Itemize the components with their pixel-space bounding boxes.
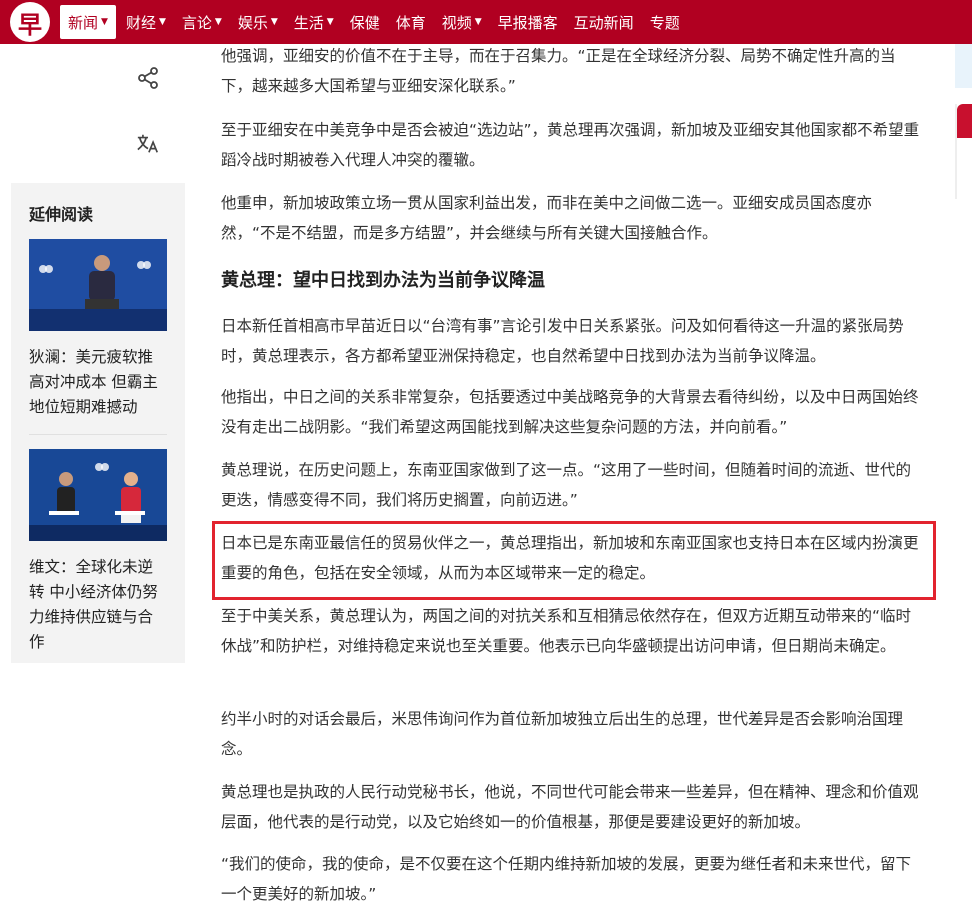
article-paragraph: “我们的使命，我的使命，是不仅要在这个任期内维持新加坡的发展，更要为继任者和未来…	[221, 855, 912, 903]
caret-down-icon: ▼	[270, 17, 278, 27]
ad-accent-bar	[957, 104, 972, 138]
related-article-image[interactable]	[29, 239, 167, 331]
article-paragraph: 他重申，新加坡政策立场一贯从国家利益出发，而非在美中之间做二选一。亚细安成员国态…	[221, 194, 873, 242]
nav-item-finance[interactable]: 财经 ▼	[118, 0, 174, 44]
share-icon-svg	[138, 67, 158, 89]
caret-down-icon: ▼	[158, 17, 166, 27]
article-paragraph: 约半小时的对话会最后，米思伟询问作为首位新加坡独立后出生的总理，世代差异是否会影…	[221, 710, 904, 758]
nav-item-special[interactable]: 专题	[642, 0, 688, 44]
article-paragraph: 黄总理说，在历史问题上，东南亚国家做到了这一点。“这用了一些时间，但随着时间的流…	[221, 461, 912, 509]
article-paragraph: 他强调，亚细安的价值不在于主导，而在于召集力。“正是在全球经济分裂、局势不确定性…	[221, 47, 896, 95]
article-paragraph: 黄总理也是执政的人民行动党秘书长，他说，不同世代可能会带来一些差异，但在精神、理…	[221, 783, 919, 831]
translate-icon-svg	[137, 134, 158, 153]
article-subheading: 黄总理：望中日找到办法为当前争议降温	[221, 270, 545, 291]
sidebar-title: 延伸阅读	[29, 205, 94, 224]
related-article-image[interactable]	[29, 449, 167, 541]
caret-down-icon: ▼	[214, 17, 222, 27]
right-ad-banner[interactable]	[955, 104, 972, 199]
related-article-card[interactable]: 狄澜：美元疲软推高对冲成本 但霸主地位短期难撼动	[29, 239, 167, 434]
top-nav: 早 新闻 ▼ 财经 ▼ 言论 ▼ 娱乐 ▼ 生活 ▼ 保健 体育 视频 ▼ 早报播客 互动新…	[0, 0, 972, 44]
nav-item-sports[interactable]: 体育	[388, 0, 434, 44]
nav-item-podcast[interactable]: 早报播客	[490, 0, 566, 44]
article-paragraph: 至于亚细安在中美竞争中是否会被迫“选边站”，黄总理再次强调，新加坡及亚细安其他国…	[221, 121, 920, 169]
right-ad-banner[interactable]	[955, 44, 972, 88]
nav-item-entertainment[interactable]: 娱乐 ▼	[230, 0, 286, 44]
article-paragraph: 他指出，中日之间的关系非常复杂，包括要透过中美战略竞争的大背景去看待纠纷，以及中…	[221, 388, 919, 436]
caret-down-icon: ▼	[326, 17, 334, 27]
nav-item-video[interactable]: 视频 ▼	[434, 0, 490, 44]
nav-item-interactive[interactable]: 互动新闻	[566, 0, 642, 44]
article-paragraph: 至于中美关系，黄总理认为，两国之间的对抗关系和互相猜忌依然存在，但双方近期互动带…	[221, 607, 912, 655]
translate-icon[interactable]	[136, 132, 160, 156]
caret-down-icon: ▼	[101, 17, 108, 27]
nav-item-lifestyle[interactable]: 生活 ▼	[286, 0, 342, 44]
caret-down-icon: ▼	[474, 17, 482, 27]
nav-item-opinion[interactable]: 言论 ▼	[174, 0, 230, 44]
related-article-card[interactable]: 维文：全球化未逆转 中小经济体仍努力维持供应链与合作	[29, 434, 167, 669]
related-article-title[interactable]: 狄澜：美元疲软推高对冲成本 但霸主地位短期难撼动	[29, 345, 167, 420]
highlighted-paragraph: 日本已是东南亚最信任的贸易伙伴之一，黄总理指出，新加坡和东南亚国家也支持日本在区…	[221, 534, 919, 582]
related-reading-sidebar: 延伸阅读 狄澜：美元疲软推高对冲成本 但霸主地位短期难撼动 维文：全球化未逆转 …	[11, 183, 185, 663]
related-article-title[interactable]: 维文：全球化未逆转 中小经济体仍努力维持供应链与合作	[29, 555, 167, 655]
zaobao-logo[interactable]: 早	[10, 2, 50, 42]
nav-item-news[interactable]: 新闻 ▼	[60, 5, 116, 39]
share-icon[interactable]	[136, 66, 160, 90]
nav-item-health[interactable]: 保健	[342, 0, 388, 44]
article-paragraph: 日本新任首相高市早苗近日以“台湾有事”言论引发中日关系紧张。问及如何看待这一升温…	[221, 317, 904, 365]
